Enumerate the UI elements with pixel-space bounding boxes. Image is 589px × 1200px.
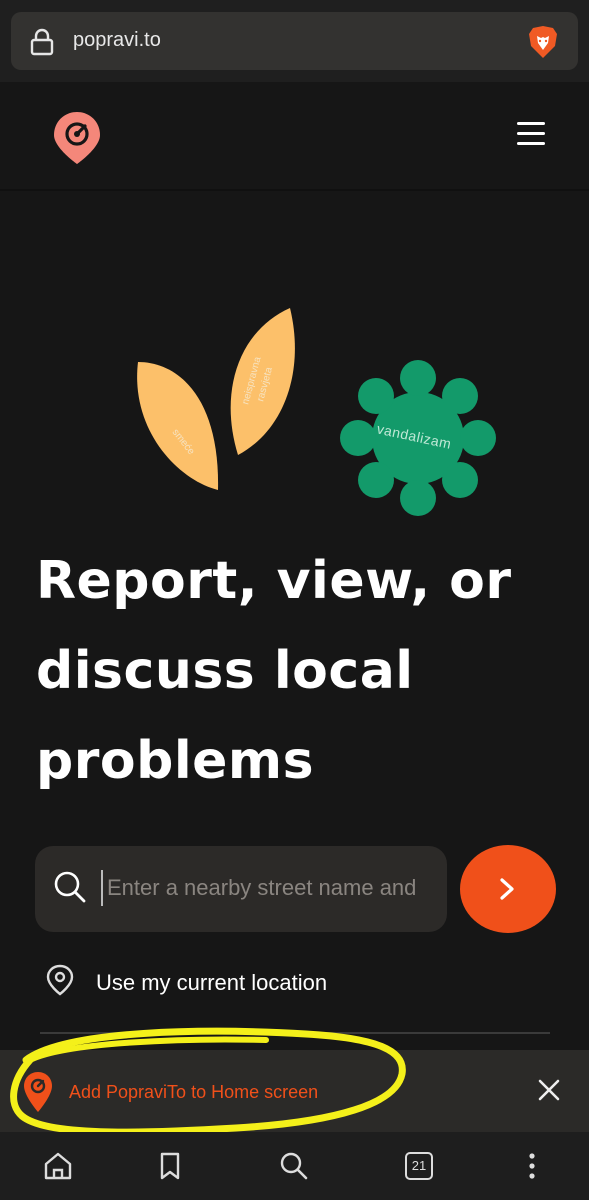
close-icon[interactable] <box>537 1078 561 1102</box>
hero-title-line-3: problems <box>36 731 315 791</box>
brave-shield-icon[interactable] <box>526 24 560 60</box>
search-submit-button[interactable] <box>460 845 556 933</box>
hero-title-line-2: discuss local <box>36 641 414 701</box>
leaf-smece: smeće <box>137 362 219 490</box>
use-current-location-label: Use my current location <box>96 970 328 995</box>
bookmark-icon[interactable] <box>154 1150 186 1182</box>
browser-bottom-toolbar <box>0 1132 589 1200</box>
add-to-home-banner[interactable]: Add PopraviTo to Home screen <box>0 1050 589 1132</box>
hamburger-menu-icon[interactable] <box>517 122 545 146</box>
chevron-right-icon <box>500 878 514 900</box>
hero-title: Report, view, or discuss local problems <box>36 536 556 806</box>
browser-top-bar: popravi.to <box>0 0 589 82</box>
hero-illustration: smeće neispravna rasvjeta vandalizam <box>137 308 496 516</box>
lock-icon <box>30 28 54 56</box>
tabs-icon[interactable]: 21 <box>405 1152 433 1180</box>
use-current-location[interactable]: Use my current location <box>46 960 546 1008</box>
location-pin-icon <box>46 964 74 996</box>
search-icon <box>54 871 86 903</box>
hero-title-line-1: Report, view, or <box>36 551 512 611</box>
popravito-app-icon <box>24 1072 52 1112</box>
leaf-rasvjeta: neispravna rasvjeta <box>230 308 295 455</box>
more-icon[interactable] <box>516 1150 548 1182</box>
popravito-logo[interactable] <box>52 110 102 166</box>
add-to-home-label[interactable]: Add PopraviTo to Home screen <box>69 1082 318 1103</box>
address-bar[interactable]: popravi.to <box>11 12 578 70</box>
home-icon[interactable] <box>42 1150 74 1182</box>
header-divider <box>0 189 589 191</box>
section-divider <box>40 1032 550 1034</box>
flower-vandalizam: vandalizam <box>340 360 496 516</box>
search-icon[interactable] <box>278 1150 310 1182</box>
street-search-input[interactable] <box>101 870 431 906</box>
url-text[interactable]: popravi.to <box>73 29 161 52</box>
site-header <box>0 82 589 190</box>
search-box <box>35 846 447 932</box>
